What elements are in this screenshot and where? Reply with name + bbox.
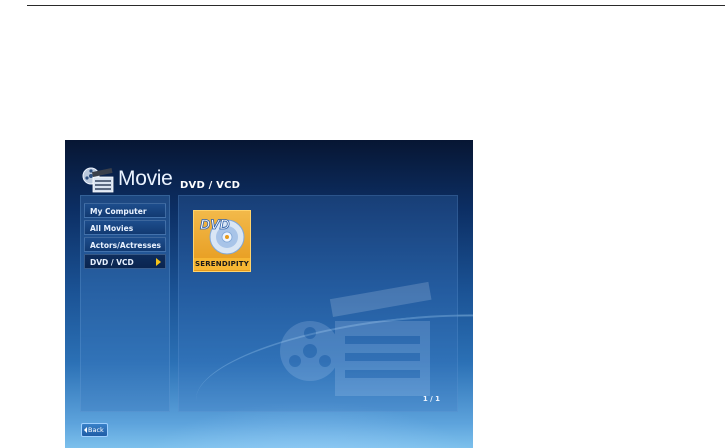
top-divider bbox=[27, 5, 725, 6]
film-reel-clapperboard-icon bbox=[82, 167, 114, 193]
app-title: Movie bbox=[118, 167, 173, 190]
sidebar-item-label: Actors/Actresses bbox=[90, 241, 161, 250]
sidebar-item-dvd-vcd[interactable]: DVD / VCD bbox=[84, 254, 166, 269]
dvd-disc-icon: DVD bbox=[200, 216, 245, 255]
movie-title: SERENDIPITY bbox=[194, 258, 250, 270]
content-panel: DVD SERENDIPITY 1 / 1 bbox=[178, 195, 458, 412]
sidebar-item-actors-actresses[interactable]: Actors/Actresses bbox=[84, 237, 166, 252]
sidebar-item-all-movies[interactable]: All Movies bbox=[84, 220, 166, 235]
page-title: DVD / VCD bbox=[180, 180, 241, 191]
sidebar-item-label: All Movies bbox=[90, 224, 134, 233]
sidebar: My Computer All Movies Actors/Actresses … bbox=[80, 195, 170, 412]
chevron-right-icon bbox=[156, 258, 161, 266]
svg-text:DVD: DVD bbox=[200, 216, 230, 232]
back-arrow-icon bbox=[84, 427, 87, 433]
media-center-screen: Movie DVD / VCD My Computer All Movies A… bbox=[65, 140, 473, 448]
sidebar-item-label: My Computer bbox=[90, 207, 147, 216]
sidebar-item-label: DVD / VCD bbox=[90, 258, 134, 267]
back-button[interactable]: Back bbox=[81, 423, 108, 437]
page-indicator: 1 / 1 bbox=[422, 395, 440, 403]
film-clapperboard-watermark-icon bbox=[280, 281, 432, 396]
sidebar-item-my-computer[interactable]: My Computer bbox=[84, 203, 166, 218]
back-button-label: Back bbox=[88, 426, 104, 434]
app-logo: Movie bbox=[81, 162, 173, 196]
movie-tile-serendipity[interactable]: DVD SERENDIPITY bbox=[193, 210, 251, 272]
